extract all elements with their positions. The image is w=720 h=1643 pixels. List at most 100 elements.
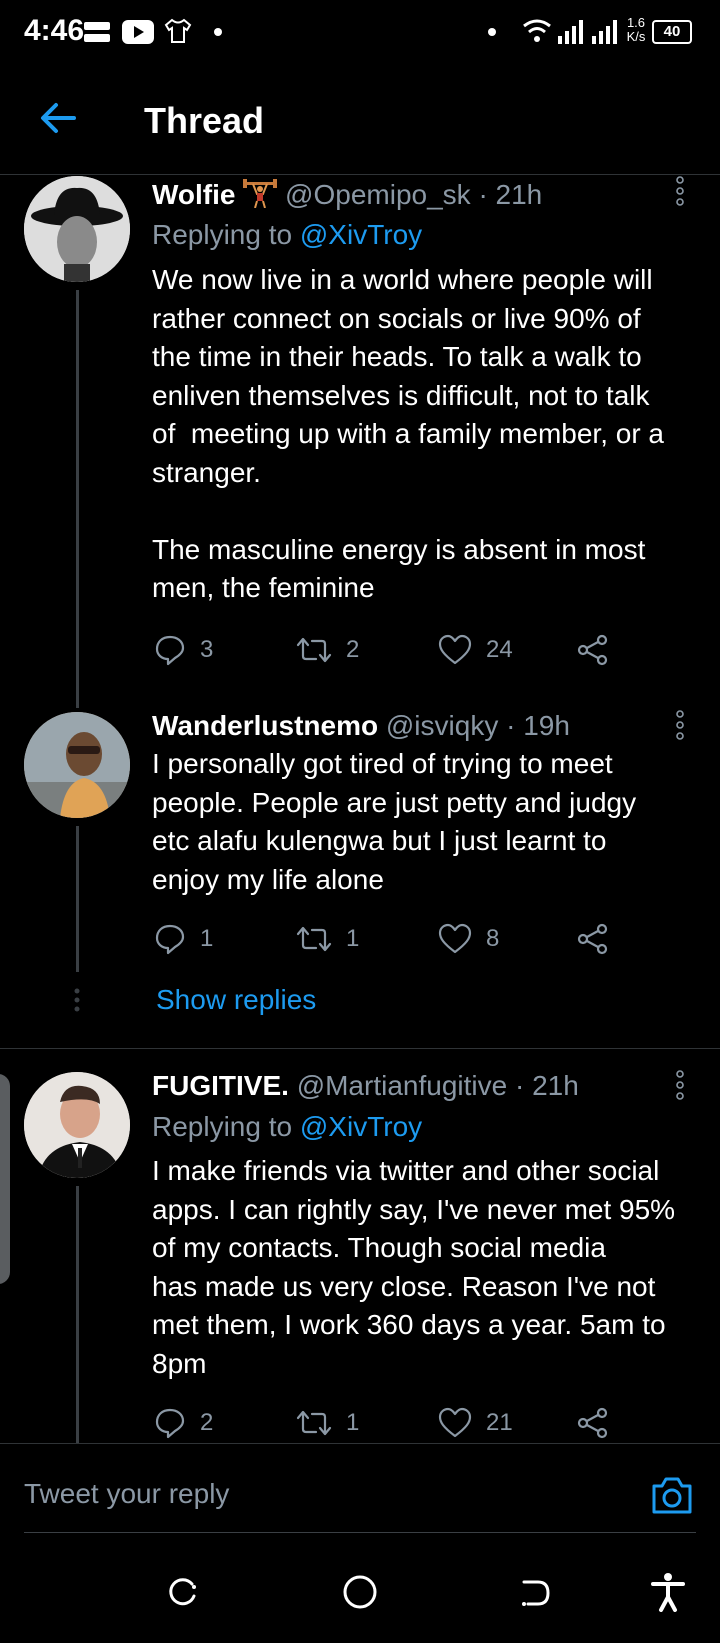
- like-button[interactable]: 8: [438, 919, 499, 959]
- avatar[interactable]: [24, 712, 130, 818]
- dot-icon: [488, 28, 496, 36]
- user-handle[interactable]: @isviqky: [386, 710, 498, 741]
- tweet-body[interactable]: I make friends via twitter and other soc…: [152, 1152, 712, 1383]
- avatar[interactable]: [24, 176, 130, 282]
- like-count: 21: [486, 1409, 513, 1436]
- replying-to-link[interactable]: @XivTroy: [300, 219, 422, 250]
- notification-icon: [84, 22, 110, 42]
- user-handle[interactable]: @Opemipo_sk: [285, 179, 471, 210]
- reply-button[interactable]: 2: [154, 1403, 213, 1443]
- page-title: Thread: [144, 100, 265, 141]
- like-icon: [438, 634, 472, 665]
- reply-icon: [155, 924, 185, 955]
- avatar-image: [24, 176, 130, 282]
- shirt-icon: [164, 18, 192, 43]
- divider: [0, 1048, 720, 1049]
- avatar-image: [24, 712, 130, 818]
- reply-icon: [155, 635, 185, 666]
- replying-to-label: Replying to: [152, 219, 300, 250]
- retweet-button[interactable]: 1: [296, 1403, 359, 1443]
- reply-count: 3: [200, 636, 214, 663]
- signal-icon: [592, 20, 617, 44]
- show-replies-link[interactable]: Show replies: [156, 984, 316, 1016]
- reply-count: 2: [200, 1409, 214, 1436]
- replying-to-link[interactable]: @XivTroy: [300, 1111, 422, 1142]
- avatar-image: [24, 1072, 130, 1178]
- youtube-icon: [122, 20, 154, 44]
- reply-input[interactable]: Tweet your reply: [24, 1478, 229, 1510]
- battery-indicator: 40: [652, 20, 692, 44]
- retweet-icon: [296, 1410, 332, 1436]
- recents-icon[interactable]: [166, 1576, 200, 1610]
- more-vertical-icon[interactable]: [676, 1070, 684, 1100]
- share-icon: [577, 1407, 608, 1439]
- display-name[interactable]: Wolfie: [152, 179, 235, 210]
- reply-composer: [0, 1443, 720, 1643]
- tweet-body[interactable]: We now live in a world where people will…: [152, 261, 712, 608]
- status-bar: 4:46 1.6 K/s 40: [0, 0, 720, 66]
- replying-to: Replying to @XivTroy: [152, 1111, 422, 1143]
- share-button[interactable]: [576, 1403, 624, 1443]
- tweet-header: Wanderlustnemo @isviqky · 19h: [152, 710, 570, 742]
- back-nav-icon[interactable]: [518, 1576, 552, 1610]
- tweet-header: Wolfie @Opemipo_sk · 21h: [152, 178, 542, 211]
- retweet-count: 1: [346, 925, 360, 952]
- like-button[interactable]: 24: [438, 630, 513, 670]
- replying-to: Replying to @XivTroy: [152, 219, 422, 251]
- retweet-count: 2: [346, 636, 360, 663]
- retweet-button[interactable]: 1: [296, 919, 359, 959]
- more-vertical-icon[interactable]: [676, 176, 684, 206]
- share-icon: [577, 923, 608, 955]
- display-name[interactable]: Wanderlustnemo: [152, 710, 378, 741]
- user-handle[interactable]: @Martianfugitive: [297, 1070, 508, 1101]
- thread-line: [76, 826, 79, 972]
- replying-to-label: Replying to: [152, 1111, 300, 1142]
- display-name[interactable]: FUGITIVE.: [152, 1070, 289, 1101]
- tweet-time: · 21h: [478, 179, 543, 210]
- retweet-count: 1: [346, 1409, 360, 1436]
- share-button[interactable]: [576, 630, 624, 670]
- tweet-time: · 21h: [514, 1070, 579, 1101]
- tweet-actions: 2 1 21: [152, 1403, 622, 1443]
- dot-icon: [214, 28, 222, 36]
- tweet-time: · 19h: [506, 710, 570, 741]
- camera-icon[interactable]: [650, 1474, 694, 1516]
- accessibility-icon[interactable]: [650, 1572, 686, 1612]
- reply-button[interactable]: 3: [154, 630, 213, 670]
- tweet-actions: 1 1 8: [152, 919, 622, 959]
- thread-header: Thread: [0, 66, 720, 175]
- tweet-body[interactable]: I personally got tired of trying to meet…: [152, 745, 712, 899]
- reply-button[interactable]: 1: [154, 919, 213, 959]
- retweet-button[interactable]: 2: [296, 630, 359, 670]
- thread-line: [76, 290, 79, 708]
- divider: [0, 1443, 720, 1444]
- edge-panel-handle[interactable]: [0, 1074, 10, 1284]
- like-count: 24: [486, 636, 513, 663]
- signal-icon: [558, 20, 583, 44]
- network-speed-unit: K/s: [626, 29, 646, 44]
- retweet-icon: [296, 637, 332, 663]
- network-speed: 1.6 K/s: [624, 16, 648, 44]
- share-icon: [577, 634, 608, 666]
- weightlifter-emoji-icon: [243, 178, 278, 209]
- tweet-header: FUGITIVE. @Martianfugitive · 21h: [152, 1070, 579, 1102]
- status-time: 4:46: [24, 14, 85, 47]
- avatar[interactable]: [24, 1072, 130, 1178]
- share-button[interactable]: [576, 919, 624, 959]
- like-count: 8: [486, 925, 500, 952]
- thread-dots-icon: [74, 988, 80, 1012]
- network-speed-value: 1.6: [626, 15, 646, 30]
- like-icon: [438, 923, 472, 954]
- reply-count: 1: [200, 925, 214, 952]
- back-arrow-icon[interactable]: [36, 96, 80, 140]
- like-icon: [438, 1407, 472, 1438]
- thread-line: [76, 1186, 79, 1444]
- like-button[interactable]: 21: [438, 1403, 513, 1443]
- retweet-icon: [296, 926, 332, 952]
- home-icon[interactable]: [342, 1574, 378, 1610]
- tweet-actions: 3 2 24: [152, 630, 622, 670]
- more-vertical-icon[interactable]: [676, 710, 684, 740]
- composer-underline: [24, 1532, 696, 1533]
- wifi-icon: [523, 19, 551, 42]
- reply-icon: [155, 1408, 185, 1439]
